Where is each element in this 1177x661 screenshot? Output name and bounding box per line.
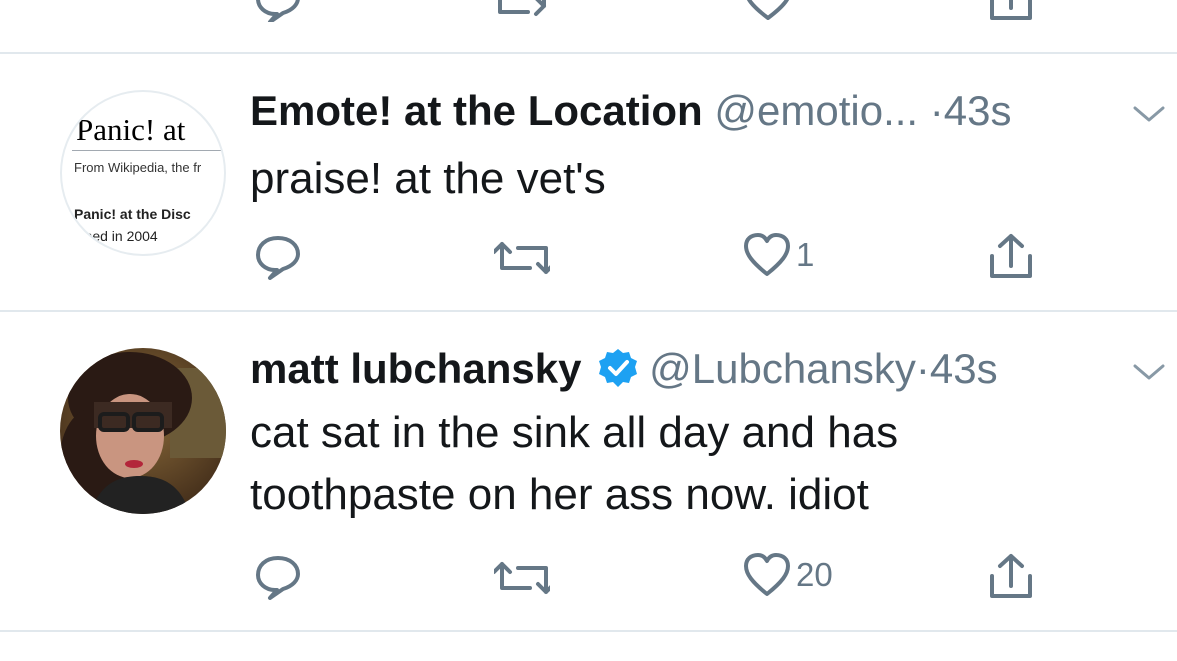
like-count: 20	[796, 556, 833, 593]
share-icon[interactable]	[988, 0, 1034, 24]
heart-icon	[744, 553, 790, 596]
tweet-text-line: cat sat in the sink all day and has	[250, 408, 899, 457]
avatar[interactable]: Panic! at From Wikipedia, the fr Panic! …	[60, 90, 226, 256]
chevron-down-icon[interactable]	[1131, 362, 1167, 382]
avatar-wiki-body-line: rmed in 2004	[76, 228, 158, 244]
timestamp[interactable]: 43s	[930, 345, 998, 392]
retweet-icon[interactable]	[494, 0, 550, 22]
handle[interactable]: @emotio...	[714, 87, 918, 134]
tweet-2[interactable]: matt lubchansky @Lubchansky·43s cat sat …	[0, 312, 1177, 630]
share-button[interactable]	[988, 552, 1034, 602]
retweet-icon	[494, 562, 550, 594]
share-icon	[990, 234, 1032, 278]
reply-icon	[256, 236, 300, 280]
like-button[interactable]: 1	[742, 232, 814, 278]
share-icon	[990, 554, 1032, 598]
tweet-1[interactable]: Panic! at From Wikipedia, the fr Panic! …	[0, 54, 1177, 310]
reply-icon[interactable]	[253, 0, 303, 22]
tweet-header: matt lubchansky @Lubchansky·43s	[250, 344, 998, 394]
avatar[interactable]	[60, 348, 226, 514]
share-button[interactable]	[988, 232, 1034, 282]
tweet-text-line: toothpaste on her ass now. idiot	[250, 470, 869, 519]
retweet-button[interactable]	[494, 240, 550, 280]
tweet-text-line: praise! at the vet's	[250, 154, 606, 203]
divider	[0, 630, 1177, 632]
avatar-photo	[60, 348, 226, 514]
like-button[interactable]: 20	[742, 552, 833, 598]
reply-icon	[256, 556, 300, 600]
tweet-text: praise! at the vet's	[250, 148, 606, 210]
chevron-down-icon[interactable]	[1131, 104, 1167, 124]
separator-dot: ·	[915, 345, 930, 392]
reply-button[interactable]	[253, 554, 303, 600]
avatar-wiki-title: Panic! at	[76, 112, 186, 147]
heart-icon[interactable]	[742, 0, 794, 22]
timestamp[interactable]: 43s	[944, 87, 1012, 134]
display-name[interactable]: matt lubchansky	[250, 345, 581, 392]
heart-icon	[744, 233, 790, 276]
retweet-button[interactable]	[494, 560, 550, 600]
verified-badge-icon	[599, 349, 638, 387]
separator-dot: ·	[929, 87, 944, 134]
handle[interactable]: @Lubchansky	[649, 345, 916, 392]
avatar-wiki-rule	[72, 150, 224, 151]
retweet-icon	[494, 242, 550, 274]
display-name[interactable]: Emote! at the Location	[250, 87, 703, 134]
reply-button[interactable]	[253, 234, 303, 280]
tweet-header: Emote! at the Location @emotio... ·43s	[250, 86, 1011, 136]
avatar-wiki-bold-line: Panic! at the Disc	[74, 206, 191, 222]
tweet-text: cat sat in the sink all day and has toot…	[250, 402, 898, 526]
like-count: 1	[796, 236, 815, 273]
avatar-wiki-subtitle: From Wikipedia, the fr	[74, 160, 202, 175]
